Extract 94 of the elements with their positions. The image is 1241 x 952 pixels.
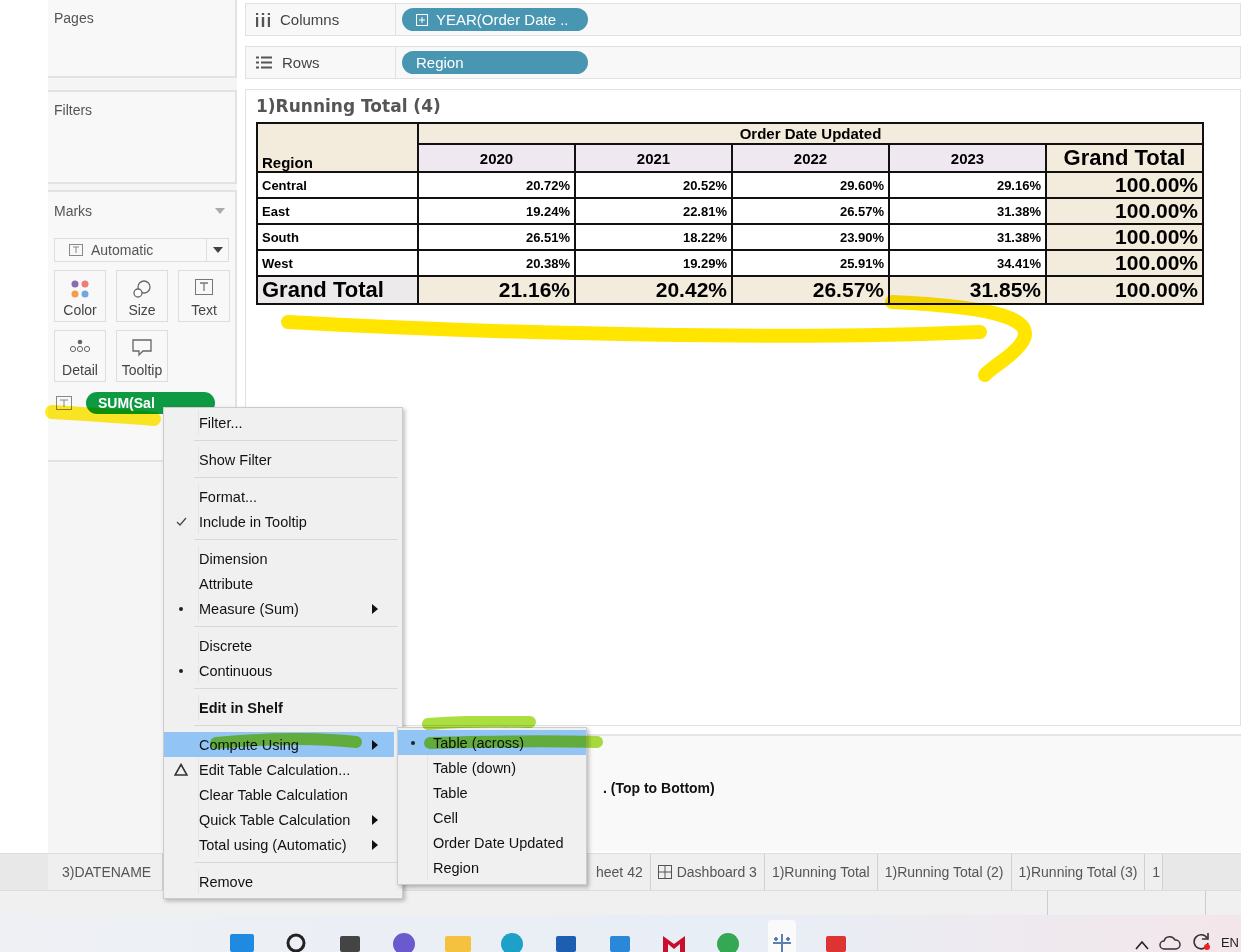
sheet-tab[interactable]: 1: [1145, 854, 1164, 890]
column-group-header: Order Date Updated: [418, 123, 1203, 144]
menu-item[interactable]: Attribute: [164, 571, 394, 596]
bullet-icon: [410, 740, 415, 745]
chevron-up-icon[interactable]: [1134, 940, 1149, 950]
total-cell: 26.57%: [732, 276, 889, 304]
row-label: Grand Total: [257, 276, 418, 304]
table-cell: 20.52%: [575, 172, 732, 198]
menu-item[interactable]: Continuous: [164, 658, 394, 683]
total-cell: 100.00%: [1046, 276, 1203, 304]
menu-item[interactable]: Total using (Automatic): [164, 832, 394, 857]
table-cell: 26.57%: [732, 198, 889, 224]
dashboard-icon: [657, 865, 672, 879]
sheet-tab[interactable]: 1)Running Total (3): [1011, 854, 1146, 890]
checkmark-icon: [175, 517, 187, 526]
total-cell: 21.16%: [418, 276, 575, 304]
language-indicator[interactable]: EN: [1220, 935, 1239, 950]
menu-item[interactable]: Show Filter: [164, 447, 394, 472]
menu-item[interactable]: Table (down): [398, 755, 586, 780]
submenu-arrow-icon: [372, 739, 378, 750]
speech-bubble-icon: [132, 339, 152, 357]
total-cell: 100.00%: [1046, 198, 1203, 224]
menu-item[interactable]: Edit Table Calculation...: [164, 757, 394, 782]
menu-item[interactable]: Discrete: [164, 633, 394, 658]
mark-type-dropdown[interactable]: Automatic: [54, 238, 229, 262]
menu-item[interactable]: Clear Table Calculation: [164, 782, 394, 807]
size-icon: [132, 279, 152, 299]
mark-button[interactable]: Detail: [54, 330, 106, 382]
menu-item[interactable]: Format...: [164, 484, 394, 509]
sheet-title: 1)Running Total (4): [256, 96, 442, 116]
sheet-tab[interactable]: 1)Running Total: [764, 854, 878, 890]
menu-item[interactable]: Quick Table Calculation: [164, 807, 394, 832]
total-cell: 100.00%: [1046, 224, 1203, 250]
table-cell: 23.90%: [732, 224, 889, 250]
column-header: 2021: [575, 144, 732, 172]
menu-item[interactable]: Remove: [164, 869, 394, 894]
shelf-label: Columns: [280, 11, 340, 28]
sheet-tab[interactable]: Dashboard 3: [650, 854, 765, 890]
calculation-text: . (Top to Bottom): [603, 780, 715, 796]
row-label: East: [257, 198, 418, 224]
text-icon: [69, 244, 83, 256]
row-label: Central: [257, 172, 418, 198]
cloud-icon[interactable]: [1158, 934, 1181, 950]
menu-item[interactable]: Table: [398, 780, 586, 805]
menu-item[interactable]: Include in Tooltip: [164, 509, 394, 534]
table-cell: 31.38%: [889, 224, 1046, 250]
table-cell: 26.51%: [418, 224, 575, 250]
row-label: South: [257, 224, 418, 250]
color-dots-icon: [70, 279, 90, 299]
shelf-label: Rows: [282, 54, 320, 71]
triangle-icon: [174, 763, 188, 776]
table-cell: 29.16%: [889, 172, 1046, 198]
refresh-icon[interactable]: [1190, 932, 1211, 950]
sheet-tab[interactable]: 1)Running Total (2): [877, 854, 1012, 890]
table-cell: 18.22%: [575, 224, 732, 250]
column-header: Grand Total: [1046, 144, 1203, 172]
detail-dots-icon: [69, 339, 91, 353]
sheet-tab[interactable]: heet 42: [589, 854, 651, 890]
menu-item[interactable]: Region: [398, 855, 586, 880]
table-cell: 22.81%: [575, 198, 732, 224]
menu-item[interactable]: Dimension: [164, 546, 394, 571]
mark-button[interactable]: Text: [178, 270, 230, 322]
submenu-arrow-icon: [372, 814, 378, 825]
total-cell: 100.00%: [1046, 172, 1203, 198]
panel-title: Pages: [54, 10, 94, 26]
column-header: 2020: [418, 144, 575, 172]
submenu-arrow-icon: [372, 839, 378, 850]
menu-item[interactable]: Cell: [398, 805, 586, 830]
panel-title: Filters: [54, 102, 93, 118]
table-cell: 29.60%: [732, 172, 889, 198]
column-header: 2023: [889, 144, 1046, 172]
total-cell: 100.00%: [1046, 250, 1203, 276]
rows-icon: [256, 56, 272, 69]
total-cell: 20.42%: [575, 276, 732, 304]
menu-item[interactable]: Order Date Updated: [398, 830, 586, 855]
mark-button[interactable]: Size: [116, 270, 168, 322]
caret-icon: [212, 247, 223, 253]
bullet-icon: [179, 606, 183, 611]
sheet-tab[interactable]: 3)DATENAME: [48, 854, 163, 890]
submenu-arrow-icon: [372, 603, 378, 614]
columns-icon: [256, 12, 270, 27]
table-cell: 31.38%: [889, 198, 1046, 224]
text-icon: [195, 279, 213, 295]
table-cell: 19.24%: [418, 198, 575, 224]
column-header: 2022: [732, 144, 889, 172]
menu-item[interactable]: Measure (Sum): [164, 596, 394, 621]
menu-item[interactable]: Edit in Shelf: [164, 695, 394, 720]
row-header: Region: [262, 154, 313, 171]
expand-icon: [416, 13, 428, 26]
mark-button[interactable]: Color: [54, 270, 106, 322]
mark-button[interactable]: Tooltip: [116, 330, 168, 382]
panel-title: Marks: [54, 203, 93, 219]
table-cell: 20.72%: [418, 172, 575, 198]
bullet-icon: [179, 668, 183, 673]
